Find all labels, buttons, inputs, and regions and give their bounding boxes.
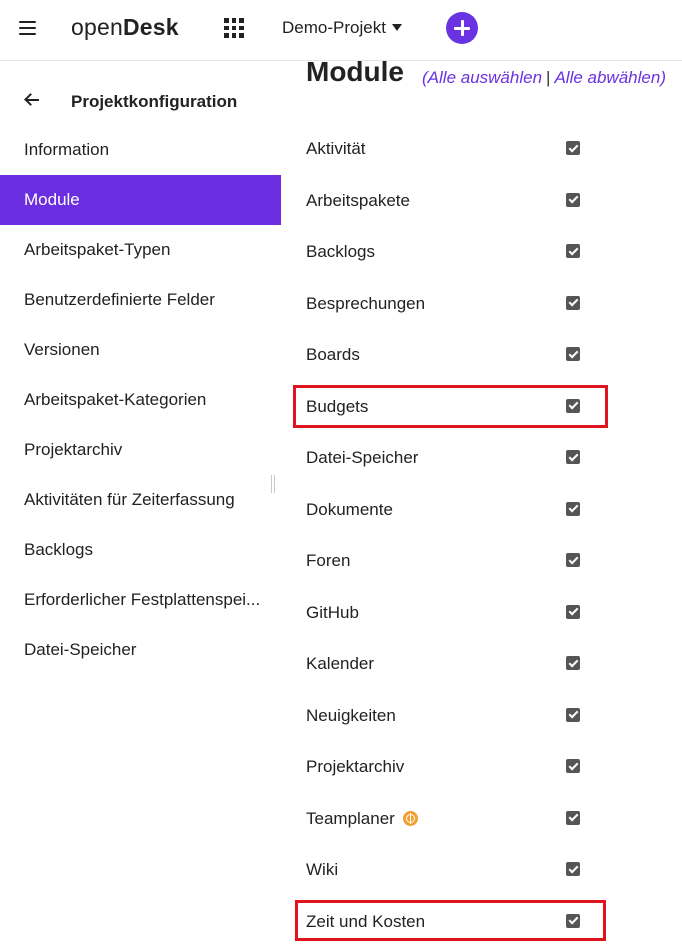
module-name: Aktivität — [306, 139, 366, 159]
module-row: GitHub — [306, 588, 682, 640]
hamburger-menu-icon[interactable] — [19, 21, 37, 35]
module-checkbox[interactable] — [566, 605, 580, 619]
module-label: Dokumente — [306, 500, 393, 520]
module-label: Backlogs — [306, 242, 375, 262]
module-checkbox[interactable] — [566, 759, 580, 773]
sidebar-item[interactable]: Module — [0, 175, 281, 225]
module-name: Zeit und Kosten — [306, 912, 425, 932]
sidebar-item[interactable]: Arbeitspaket-Kategorien — [0, 375, 281, 425]
module-row: Boards — [306, 330, 682, 382]
module-row: Kalender — [306, 639, 682, 691]
module-name: Neuigkeiten — [306, 706, 396, 726]
back-arrow-icon[interactable] — [24, 93, 40, 107]
sidebar-item[interactable]: Benutzerdefinierte Felder — [0, 275, 281, 325]
module-name: Foren — [306, 551, 350, 571]
module-label: GitHub — [306, 603, 359, 623]
module-row: Besprechungen — [306, 279, 682, 331]
module-label: Aktivität — [306, 139, 366, 159]
module-row: Projektarchiv — [306, 742, 682, 794]
module-checkbox[interactable] — [566, 244, 580, 258]
module-name: Datei-Speicher — [306, 448, 418, 468]
module-name: Boards — [306, 345, 360, 365]
app-logo[interactable]: openDesk — [71, 14, 179, 41]
sidebar-item[interactable]: Backlogs — [0, 525, 281, 575]
module-checkbox[interactable] — [566, 553, 580, 567]
module-row: Wiki — [306, 845, 682, 897]
module-checkbox[interactable] — [566, 347, 580, 361]
module-name: Teamplaner — [306, 809, 395, 829]
module-row: Backlogs — [306, 227, 682, 279]
module-name: Backlogs — [306, 242, 375, 262]
module-checkbox[interactable] — [566, 656, 580, 670]
module-list: Aktivität Arbeitspakete Backlogs Besprechun… — [306, 124, 682, 948]
sidebar-item[interactable]: Projektarchiv — [0, 425, 281, 475]
module-label: Teamplaner — [306, 809, 418, 829]
module-label: Projektarchiv — [306, 757, 404, 777]
module-row: Dokumente — [306, 485, 682, 537]
sidebar-item[interactable]: Datei-Speicher — [0, 625, 281, 675]
sidebar-title: Projektkonfiguration — [71, 92, 237, 112]
sidebar-resize-handle[interactable] — [271, 475, 275, 493]
module-checkbox[interactable] — [566, 811, 580, 825]
select-all-link[interactable]: Alle auswählen — [428, 68, 542, 87]
module-label: Wiki — [306, 860, 338, 880]
sidebar-menu: InformationModuleArbeitspaket-TypenBenut… — [0, 125, 281, 675]
module-name: Wiki — [306, 860, 338, 880]
module-checkbox[interactable] — [566, 862, 580, 876]
module-row: Zeit und Kosten — [306, 897, 682, 948]
module-row: Budgets — [306, 382, 682, 434]
module-label: Arbeitspakete — [306, 191, 410, 211]
module-name: Arbeitspakete — [306, 191, 410, 211]
module-checkbox[interactable] — [566, 296, 580, 310]
module-name: Dokumente — [306, 500, 393, 520]
module-name: GitHub — [306, 603, 359, 623]
create-plus-button[interactable] — [446, 12, 478, 44]
project-selector[interactable]: Demo-Projekt — [282, 18, 402, 38]
sidebar-item[interactable]: Versionen — [0, 325, 281, 375]
module-name: Besprechungen — [306, 294, 425, 314]
sidebar-item[interactable]: Aktivitäten für Zeiterfassung — [0, 475, 281, 525]
page-title: Module — [306, 56, 404, 88]
module-row: Foren — [306, 536, 682, 588]
module-checkbox[interactable] — [566, 193, 580, 207]
top-bar: openDesk Demo-Projekt — [0, 0, 682, 61]
module-label: Budgets — [306, 397, 368, 417]
sidebar-item[interactable]: Information — [0, 125, 281, 175]
enterprise-globe-icon — [403, 811, 418, 826]
module-label: Datei-Speicher — [306, 448, 418, 468]
app-grid-icon[interactable] — [224, 18, 244, 38]
module-checkbox[interactable] — [566, 502, 580, 516]
module-name: Kalender — [306, 654, 374, 674]
project-name: Demo-Projekt — [282, 18, 386, 38]
module-row: Arbeitspakete — [306, 176, 682, 228]
module-row: Teamplaner — [306, 794, 682, 846]
module-row: Aktivität — [306, 124, 682, 176]
deselect-all-link[interactable]: Alle abwählen — [554, 68, 660, 87]
module-checkbox[interactable] — [566, 399, 580, 413]
module-row: Datei-Speicher — [306, 433, 682, 485]
module-label: Kalender — [306, 654, 374, 674]
caret-down-icon — [392, 24, 402, 31]
sidebar-item[interactable]: Arbeitspaket-Typen — [0, 225, 281, 275]
sidebar-item[interactable]: Erforderlicher Festplattenspei... — [0, 575, 281, 625]
module-checkbox[interactable] — [566, 708, 580, 722]
module-label: Zeit und Kosten — [306, 912, 425, 932]
module-label: Foren — [306, 551, 350, 571]
module-name: Projektarchiv — [306, 757, 404, 777]
sidebar-header: Projektkonfiguration — [0, 83, 281, 119]
module-checkbox[interactable] — [566, 450, 580, 464]
title-links: (Alle auswählen|Alle abwählen) — [422, 68, 666, 88]
module-checkbox[interactable] — [566, 914, 580, 928]
module-row: Neuigkeiten — [306, 691, 682, 743]
module-checkbox[interactable] — [566, 141, 580, 155]
module-label: Boards — [306, 345, 360, 365]
module-name: Budgets — [306, 397, 368, 417]
module-label: Besprechungen — [306, 294, 425, 314]
module-label: Neuigkeiten — [306, 706, 396, 726]
